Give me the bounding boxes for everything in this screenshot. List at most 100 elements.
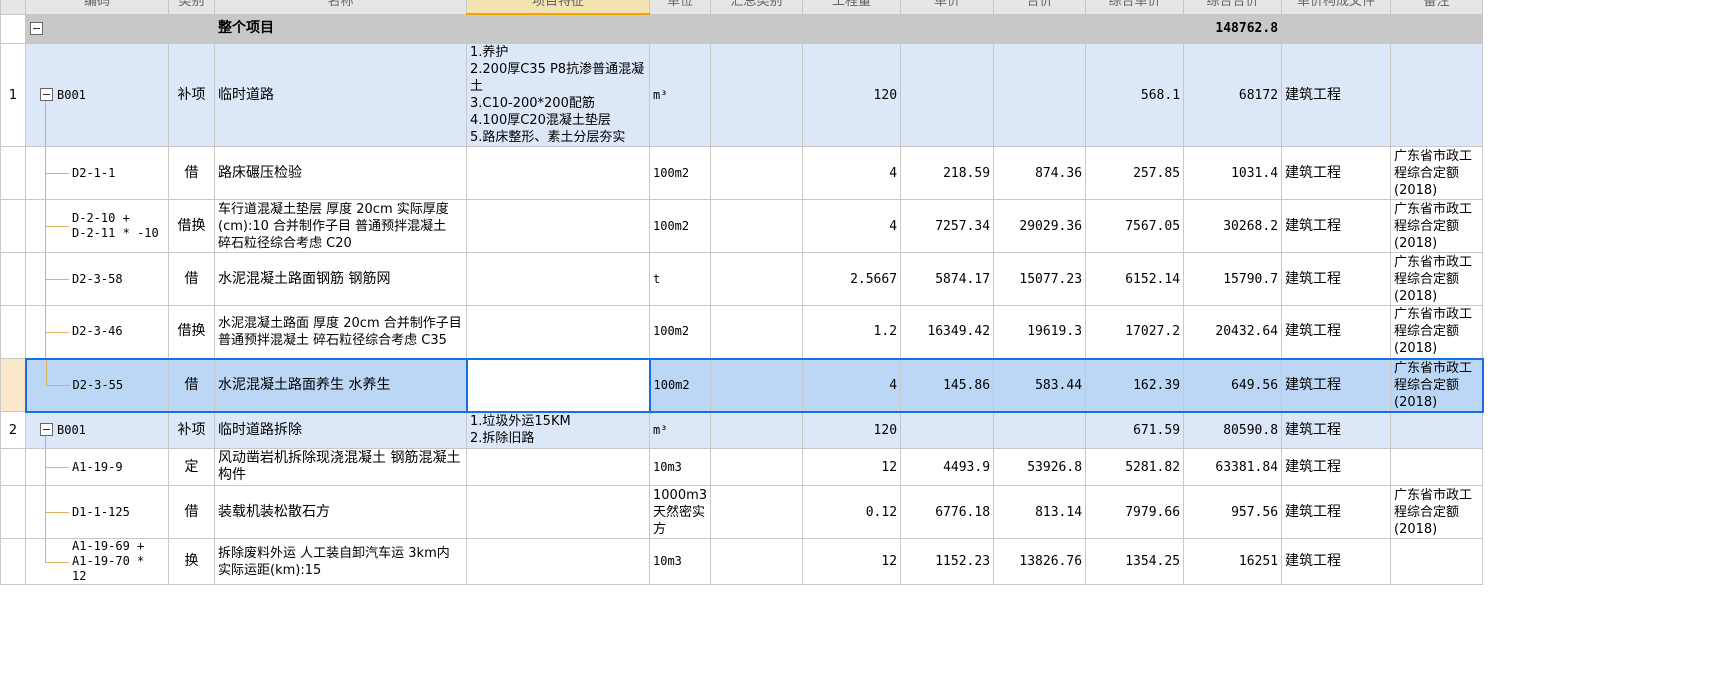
camount-cell[interactable]: 20432.64 xyxy=(1183,305,1283,359)
features-cell[interactable] xyxy=(466,146,650,200)
name-cell[interactable]: 临时道路 xyxy=(214,43,467,147)
amount-cell[interactable] xyxy=(993,43,1087,147)
code-cell[interactable]: A1-19-9 xyxy=(25,448,169,486)
type-cell[interactable]: 借 xyxy=(168,146,215,200)
unit-cell[interactable]: 100m2 xyxy=(648,199,712,253)
name-cell[interactable]: 装载机装松散石方 xyxy=(214,485,467,539)
summary-cell[interactable] xyxy=(710,43,804,147)
cprice-cell[interactable]: 5281.82 xyxy=(1085,448,1185,486)
price-cell[interactable]: 1152.23 xyxy=(900,538,995,585)
summary-cell[interactable] xyxy=(710,305,804,359)
type-cell[interactable]: 借 xyxy=(168,357,215,413)
cprice-cell[interactable]: 17027.2 xyxy=(1085,305,1185,359)
header-price[interactable]: 单价 xyxy=(900,0,995,15)
collapse-minus-icon[interactable] xyxy=(40,423,53,437)
table-row[interactable]: 1 B001 补项 临时道路 1.养护 2.200厚C35 P8抗渗普通混凝土 … xyxy=(0,43,1484,147)
note-cell[interactable] xyxy=(1390,538,1484,585)
type-cell[interactable]: 借换 xyxy=(168,305,215,359)
amount-cell[interactable]: 13826.76 xyxy=(993,538,1087,585)
camount-cell[interactable]: 80590.8 xyxy=(1183,411,1283,449)
qty-cell[interactable]: 120 xyxy=(802,43,902,147)
unit-cell[interactable]: 100m2 xyxy=(648,146,712,200)
collapse-minus-icon[interactable] xyxy=(40,88,53,101)
qty-cell[interactable]: 4 xyxy=(802,357,902,413)
table-row[interactable]: D2-3-46 借换 水泥混凝土路面 厚度 20cm 合并制作子目 普通预拌混凝… xyxy=(0,305,1484,359)
note-cell[interactable] xyxy=(1390,448,1484,486)
unit-cell[interactable]: m³ xyxy=(648,43,712,147)
camount-cell[interactable]: 63381.84 xyxy=(1183,448,1283,486)
amount-cell[interactable]: 874.36 xyxy=(993,146,1087,200)
qty-cell[interactable]: 4 xyxy=(802,199,902,253)
name-cell[interactable]: 拆除废料外运 人工装自卸汽车运 3km内 实际运距(km):15 xyxy=(214,538,467,585)
camount-cell[interactable]: 15790.7 xyxy=(1183,252,1283,306)
note-cell[interactable] xyxy=(1390,411,1484,449)
header-amount[interactable]: 合价 xyxy=(993,0,1087,15)
header-qty[interactable]: 工程量 xyxy=(802,0,902,15)
file-cell[interactable]: 建筑工程 xyxy=(1281,538,1392,585)
summary-cell[interactable] xyxy=(710,252,804,306)
price-cell[interactable]: 4493.9 xyxy=(900,448,995,486)
file-cell[interactable]: 建筑工程 xyxy=(1281,357,1392,413)
price-cell[interactable]: 5874.17 xyxy=(900,252,995,306)
cprice-cell[interactable]: 162.39 xyxy=(1085,357,1185,413)
header-name[interactable]: 名称 xyxy=(214,0,467,15)
unit-cell[interactable]: 100m2 xyxy=(648,357,712,413)
qty-cell[interactable]: 2.5667 xyxy=(802,252,902,306)
cprice-cell[interactable]: 6152.14 xyxy=(1085,252,1185,306)
features-cell[interactable]: 1.养护 2.200厚C35 P8抗渗普通混凝土 3.C10-200*200配筋… xyxy=(466,43,650,147)
price-cell[interactable]: 7257.34 xyxy=(900,199,995,253)
type-cell[interactable]: 定 xyxy=(168,448,215,486)
table-row[interactable]: A1-19-69 + A1-19-70 * 12 换 拆除废料外运 人工装自卸汽… xyxy=(0,538,1484,585)
features-cell[interactable] xyxy=(466,252,650,306)
features-cell[interactable] xyxy=(466,485,650,539)
header-note[interactable]: 备注 xyxy=(1390,0,1484,15)
note-cell[interactable]: 广东省市政工程综合定额(2018) xyxy=(1390,146,1484,200)
cprice-cell[interactable]: 1354.25 xyxy=(1085,538,1185,585)
summary-cell[interactable] xyxy=(710,146,804,200)
features-cell[interactable] xyxy=(466,538,650,585)
note-cell[interactable]: 广东省市政工程综合定额(2018) xyxy=(1390,199,1484,253)
tree-cell[interactable] xyxy=(25,13,169,44)
code-cell[interactable]: B001 xyxy=(25,43,169,147)
name-cell[interactable]: 临时道路拆除 xyxy=(214,411,467,449)
file-cell[interactable]: 建筑工程 xyxy=(1281,448,1392,486)
camount-cell[interactable]: 16251 xyxy=(1183,538,1283,585)
amount-cell[interactable]: 583.44 xyxy=(993,357,1087,413)
amount-cell[interactable] xyxy=(993,411,1087,449)
name-cell[interactable]: 路床碾压检验 xyxy=(214,146,467,200)
header-camount[interactable]: 综合合价 xyxy=(1183,0,1283,15)
camount-cell[interactable]: 68172 xyxy=(1183,43,1283,147)
note-cell[interactable]: 广东省市政工程综合定额(2018) xyxy=(1390,252,1484,306)
code-cell[interactable]: D2-3-55 xyxy=(24,357,169,413)
note-cell[interactable]: 广东省市政工程综合定额(2018) xyxy=(1390,485,1484,539)
amount-cell[interactable]: 53926.8 xyxy=(993,448,1087,486)
code-cell[interactable]: D2-3-58 xyxy=(25,252,169,306)
summary-cell[interactable] xyxy=(710,448,804,486)
price-cell[interactable]: 145.86 xyxy=(900,357,995,413)
table-row[interactable]: A1-19-9 定 风动凿岩机拆除现浇混凝土 钢筋混凝土构件 10m3 12 4… xyxy=(0,448,1484,486)
type-cell[interactable]: 借换 xyxy=(168,199,215,253)
code-cell[interactable]: D2-3-46 xyxy=(25,305,169,359)
cprice-cell[interactable]: 7979.66 xyxy=(1085,485,1185,539)
features-edit-cell[interactable] xyxy=(465,357,651,413)
table-row[interactable]: D1-1-125 借 装载机装松散石方 1000m3天然密实方 0.12 677… xyxy=(0,485,1484,539)
header-type[interactable]: 类别 xyxy=(168,0,215,15)
header-cprice[interactable]: 综合单价 xyxy=(1085,0,1185,15)
file-cell[interactable]: 建筑工程 xyxy=(1281,305,1392,359)
features-cell[interactable] xyxy=(466,305,650,359)
unit-cell[interactable]: 10m3 xyxy=(648,448,712,486)
qty-cell[interactable]: 1.2 xyxy=(802,305,902,359)
amount-cell[interactable]: 19619.3 xyxy=(993,305,1087,359)
code-cell[interactable]: A1-19-69 + A1-19-70 * 12 xyxy=(25,538,169,585)
price-cell[interactable]: 16349.42 xyxy=(900,305,995,359)
unit-cell[interactable]: 100m2 xyxy=(648,305,712,359)
name-cell[interactable]: 风动凿岩机拆除现浇混凝土 钢筋混凝土构件 xyxy=(214,448,467,486)
cprice-cell[interactable]: 671.59 xyxy=(1085,411,1185,449)
file-cell[interactable]: 建筑工程 xyxy=(1281,485,1392,539)
file-cell[interactable]: 建筑工程 xyxy=(1281,411,1392,449)
features-cell[interactable] xyxy=(466,448,650,486)
price-cell[interactable] xyxy=(900,411,995,449)
file-cell[interactable]: 建筑工程 xyxy=(1281,252,1392,306)
camount-cell[interactable]: 1031.4 xyxy=(1183,146,1283,200)
table-row-selected[interactable]: D2-3-55 借 水泥混凝土路面养生 水养生 100m2 4 145.86 5… xyxy=(0,357,1484,413)
